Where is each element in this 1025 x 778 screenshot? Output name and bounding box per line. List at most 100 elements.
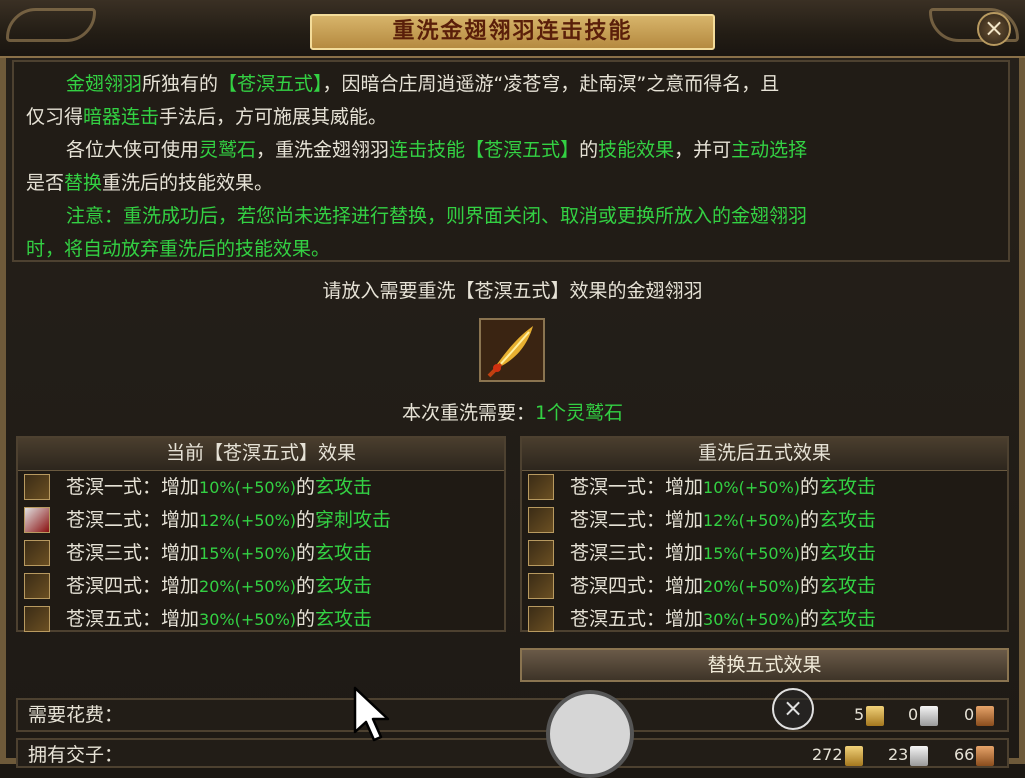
title-plate: 重洗金翅翎羽连击技能 bbox=[310, 14, 715, 50]
effect-name: 苍溟五式：增加 bbox=[570, 608, 704, 630]
text: 的 bbox=[800, 575, 820, 597]
owned-silver-value: 23 bbox=[888, 745, 909, 764]
effect-name: 苍溟二式：增加 bbox=[570, 509, 704, 531]
silver-ingot-icon bbox=[910, 745, 929, 766]
spend-label: 需要花费： bbox=[28, 704, 124, 726]
bronze-ingot-icon bbox=[976, 705, 995, 726]
mouse-cursor-icon bbox=[353, 686, 390, 742]
item-slot[interactable] bbox=[479, 318, 545, 382]
effect-percent: 12%(+50%) bbox=[703, 511, 801, 530]
overlay-close-button[interactable]: × bbox=[772, 688, 814, 730]
close-button[interactable]: × bbox=[977, 12, 1011, 46]
effect-percent: 30%(+50%) bbox=[703, 610, 801, 629]
combo-skill-name: 连击技能【苍溟五式】 bbox=[389, 139, 580, 161]
spend-row: 需要花费： 5 0 0 bbox=[16, 698, 1009, 732]
description-paragraph-1: 金翅翎羽所独有的【苍溟五式】，因暗合庄周逍遥游“凌苍穹，赴南溟”之意而得名，且仅… bbox=[26, 68, 996, 134]
effect-percent: 20%(+50%) bbox=[199, 577, 297, 596]
owned-gold: 272 bbox=[812, 740, 863, 770]
text: 的 bbox=[800, 509, 820, 531]
effect-percent: 30%(+50%) bbox=[199, 610, 297, 629]
effect-type: 穿刺攻击 bbox=[315, 509, 392, 531]
effect-name: 苍溟四式：增加 bbox=[66, 575, 200, 597]
text: ，重洗 bbox=[256, 139, 314, 161]
sword-icon bbox=[24, 507, 50, 533]
effect-row: 苍溟一式：增加10%(+50%)的玄攻击 bbox=[522, 471, 1007, 504]
effect-name: 苍溟一式：增加 bbox=[570, 476, 704, 498]
floating-home-button[interactable] bbox=[546, 690, 634, 778]
gold-ingot-icon bbox=[866, 705, 885, 726]
text: ，因暗合庄周逍遥游“凌苍穹，赴南溟”之意而得名，且 bbox=[322, 73, 780, 95]
gold-ingot-icon bbox=[844, 745, 863, 766]
text: 的 bbox=[579, 139, 599, 161]
cost-item: 灵鹫石 bbox=[566, 402, 624, 424]
skill-icon bbox=[528, 507, 554, 533]
effect-percent: 15%(+50%) bbox=[199, 544, 297, 563]
effect-row: 苍溟三式：增加15%(+50%)的玄攻击 bbox=[18, 537, 504, 570]
effect-row: 苍溟三式：增加15%(+50%)的玄攻击 bbox=[522, 537, 1007, 570]
effect-type: 玄攻击 bbox=[315, 575, 373, 597]
skill-icon bbox=[24, 474, 50, 500]
reroll-cost: 本次重洗需要：1个灵鹫石 bbox=[0, 398, 1025, 425]
effect-row: 苍溟二式：增加12%(+50%)的穿刺攻击 bbox=[18, 504, 504, 537]
effect-type: 玄攻击 bbox=[315, 476, 373, 498]
text: 手法后，方可施展其威能。 bbox=[159, 106, 388, 128]
effect-percent: 12%(+50%) bbox=[199, 511, 297, 530]
skill-icon bbox=[24, 573, 50, 599]
effect-row: 苍溟四式：增加20%(+50%)的玄攻击 bbox=[522, 570, 1007, 603]
window-title: 重洗金翅翎羽连击技能 bbox=[392, 19, 633, 44]
effect-percent: 10%(+50%) bbox=[199, 478, 297, 497]
spend-gold-value: 5 bbox=[854, 705, 865, 724]
owned-bronze: 66 bbox=[954, 740, 995, 770]
effect-row: 苍溟四式：增加20%(+50%)的玄攻击 bbox=[18, 570, 504, 603]
owned-label: 拥有交子： bbox=[28, 744, 124, 766]
effect-percent: 15%(+50%) bbox=[703, 544, 801, 563]
text: 仅习得 bbox=[26, 106, 84, 128]
feather-item-icon bbox=[481, 320, 543, 380]
effect-name: 苍溟三式：增加 bbox=[66, 542, 200, 564]
effect-type: 玄攻击 bbox=[819, 476, 877, 498]
replace-effects-button[interactable]: 替换五式效果 bbox=[520, 648, 1009, 682]
description-paragraph-2: 各位大侠可使用灵鹫石，重洗金翅翎羽连击技能【苍溟五式】的技能效果，并可主动选择是… bbox=[26, 134, 996, 200]
skill-icon bbox=[528, 606, 554, 632]
text: 的 bbox=[296, 476, 316, 498]
text: 是否 bbox=[26, 172, 65, 194]
owned-silver: 23 bbox=[888, 740, 929, 770]
effect-row: 苍溟一式：增加10%(+50%)的玄攻击 bbox=[18, 471, 504, 504]
current-effects-header: 当前【苍溟五式】效果 bbox=[18, 438, 504, 471]
text: 重洗后的技能效果。 bbox=[102, 172, 274, 194]
description-notice: 注意：重洗成功后，若您尚未选择进行替换，则界面关闭、取消或更换所放入的金翅翎羽时… bbox=[26, 200, 996, 266]
text: 的 bbox=[800, 542, 820, 564]
text: 的 bbox=[296, 542, 316, 564]
item-name: 金翅翎羽 bbox=[66, 73, 143, 95]
replace-text: 替换 bbox=[64, 172, 103, 194]
skill-name: 【苍溟五式】 bbox=[218, 73, 323, 95]
bronze-ingot-icon bbox=[976, 745, 995, 766]
spend-silver: 0 bbox=[908, 700, 939, 730]
effect-name: 苍溟二式：增加 bbox=[66, 509, 200, 531]
text: 的 bbox=[800, 608, 820, 630]
close-icon: × bbox=[983, 14, 1005, 42]
text: 所独有的 bbox=[142, 73, 219, 95]
effect-percent: 10%(+50%) bbox=[703, 478, 801, 497]
effect-name: 苍溟四式：增加 bbox=[570, 575, 704, 597]
effect-percent: 20%(+50%) bbox=[703, 577, 801, 596]
skill-icon bbox=[528, 474, 554, 500]
current-effects-panel: 当前【苍溟五式】效果 苍溟一式：增加10%(+50%)的玄攻击 苍溟二式：增加1… bbox=[16, 436, 506, 632]
insert-prompt: 请放入需要重洗【苍溟五式】效果的金翅翎羽 bbox=[322, 280, 703, 302]
effect-type: 玄攻击 bbox=[819, 608, 877, 630]
skill-effect: 技能效果 bbox=[598, 139, 675, 161]
spend-bronze: 0 bbox=[964, 700, 995, 730]
effect-name: 苍溟三式：增加 bbox=[570, 542, 704, 564]
description-box: 金翅翎羽所独有的【苍溟五式】，因暗合庄周逍遥游“凌苍穹，赴南溟”之意而得名，且仅… bbox=[12, 60, 1010, 262]
owned-gold-value: 272 bbox=[812, 745, 843, 764]
spend-bronze-value: 0 bbox=[964, 705, 975, 724]
ornament-left bbox=[6, 8, 96, 42]
effect-name: 苍溟一式：增加 bbox=[66, 476, 200, 498]
effect-name: 苍溟五式：增加 bbox=[66, 608, 200, 630]
effect-type: 玄攻击 bbox=[315, 608, 373, 630]
notice-line-1: 注意：重洗成功后，若您尚未选择进行替换，则界面关闭、取消或更换所放入的金翅翎羽 bbox=[66, 205, 808, 227]
skill-icon bbox=[528, 540, 554, 566]
effect-row: 苍溟五式：增加30%(+50%)的玄攻击 bbox=[18, 603, 504, 636]
skill-icon bbox=[24, 540, 50, 566]
text: ，并可 bbox=[674, 139, 732, 161]
